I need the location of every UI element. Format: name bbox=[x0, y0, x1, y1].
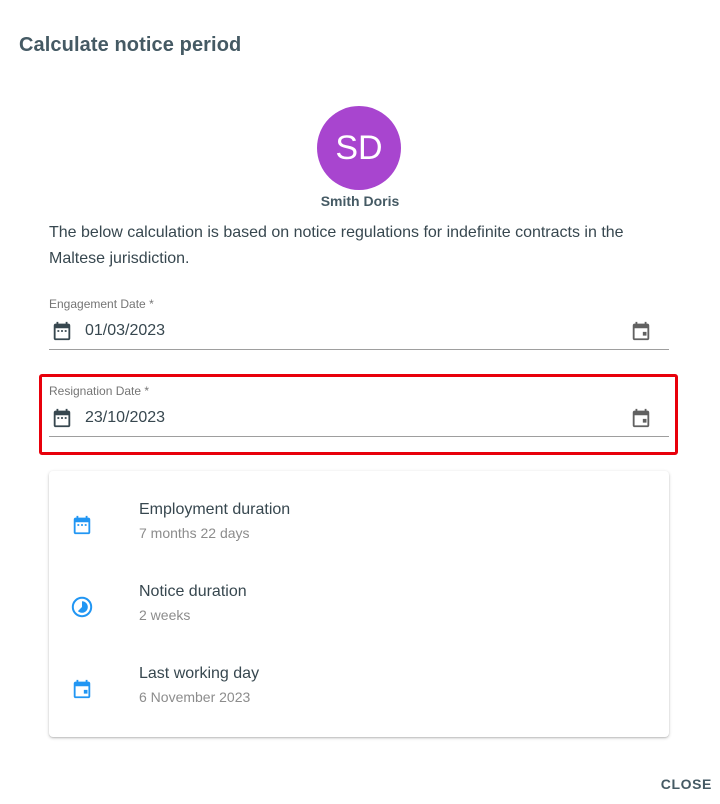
result-title: Notice duration bbox=[139, 583, 247, 600]
engagement-date-input[interactable]: 01/03/2023 bbox=[49, 313, 669, 350]
result-title: Last working day bbox=[139, 665, 260, 682]
engagement-date-value: 01/03/2023 bbox=[85, 322, 166, 339]
calculation-description: The below calculation is based on notice… bbox=[49, 224, 624, 267]
dialog-title: Calculate notice period bbox=[19, 34, 242, 56]
timelapse-icon bbox=[70, 595, 94, 619]
event-icon bbox=[70, 677, 94, 701]
resignation-date-input[interactable]: 23/10/2023 bbox=[49, 400, 669, 437]
employee-name: Smith Doris bbox=[320, 193, 400, 209]
close-button[interactable]: CLOSE bbox=[661, 776, 712, 792]
result-value: 7 months 22 days bbox=[139, 525, 250, 541]
result-notice-duration: Notice duration 2 weeks bbox=[49, 583, 669, 643]
calendar-icon bbox=[50, 406, 74, 430]
calendar-today-icon[interactable] bbox=[629, 406, 653, 430]
results-card: Employment duration 7 months 22 days Not… bbox=[49, 471, 669, 737]
result-employment-duration: Employment duration 7 months 22 days bbox=[49, 501, 669, 561]
engagement-date-label: Engagement Date * bbox=[49, 297, 154, 311]
result-value: 2 weeks bbox=[139, 607, 191, 623]
engagement-date-field[interactable]: Engagement Date * 01/03/2023 bbox=[49, 297, 669, 350]
calendar-icon bbox=[50, 319, 74, 343]
resignation-date-label: Resignation Date * bbox=[49, 384, 150, 398]
calendar-month-icon bbox=[70, 513, 94, 537]
calendar-today-icon[interactable] bbox=[629, 319, 653, 343]
resignation-date-value: 23/10/2023 bbox=[85, 409, 166, 426]
result-last-working-day: Last working day 6 November 2023 bbox=[49, 665, 669, 725]
resignation-date-field[interactable]: Resignation Date * 23/10/2023 bbox=[49, 384, 669, 437]
avatar: SD bbox=[317, 106, 401, 190]
avatar-initials: SD bbox=[335, 128, 383, 167]
result-title: Employment duration bbox=[139, 501, 291, 518]
result-value: 6 November 2023 bbox=[139, 689, 251, 705]
